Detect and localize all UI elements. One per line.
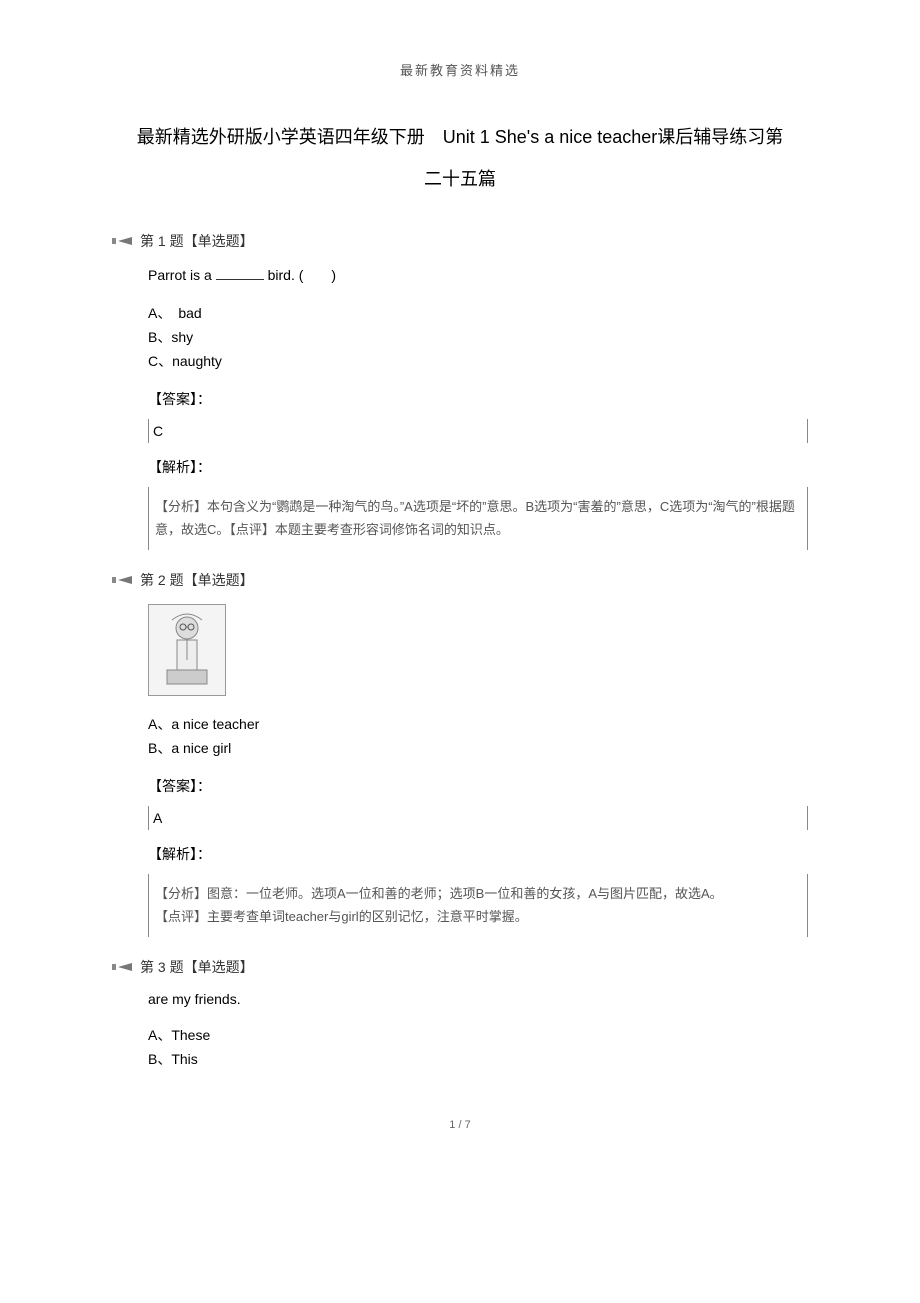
answer-label: 【答案】： — [148, 776, 808, 796]
page-footer: 1 / 7 — [112, 1119, 808, 1131]
stem-text-pre: Parrot is a — [148, 267, 216, 283]
question-1-analysis: 【分析】本句含义为“鹦鹉是一种淘气的鸟。”A选项是“坏的”意思。B选项为“害羞的… — [148, 487, 808, 550]
analysis-label: 【解析】： — [148, 844, 808, 864]
option-b: B、a nice girl — [148, 738, 808, 758]
question-1-number: 第 1 题【单选题】 — [140, 231, 254, 251]
arrow-icon — [112, 234, 138, 248]
arrow-icon — [112, 960, 138, 974]
stem-text-post: bird. ( ) — [264, 267, 336, 283]
option-a: A、a nice teacher — [148, 714, 808, 734]
question-2-body: A、a nice teacher B、a nice girl 【答案】： A 【… — [148, 604, 808, 937]
option-a: A、 bad — [148, 303, 808, 323]
teacher-image — [148, 604, 226, 696]
document-title-line-1: 最新精选外研版小学英语四年级下册 Unit 1 She's a nice tea… — [112, 119, 808, 155]
question-2-number: 第 2 题【单选题】 — [140, 570, 254, 590]
document-title-line-2: 二十五篇 — [112, 165, 808, 191]
question-1-header: 第 1 题【单选题】 — [112, 231, 808, 251]
option-a: A、These — [148, 1025, 808, 1045]
page-header: 最新教育资料精选 — [112, 60, 808, 79]
arrow-icon — [112, 573, 138, 587]
question-3-stem: are my friends. — [148, 991, 808, 1007]
option-b: B、shy — [148, 327, 808, 347]
question-1-answer: C — [148, 419, 808, 443]
question-2-analysis: 【分析】图意：一位老师。选项A一位和善的老师；选项B一位和善的女孩，A与图片匹配… — [148, 874, 808, 937]
question-3-number: 第 3 题【单选题】 — [140, 957, 254, 977]
option-c: C、naughty — [148, 351, 808, 371]
question-1-body: Parrot is a bird. ( ) A、 bad B、shy C、nau… — [148, 265, 808, 550]
question-1-stem: Parrot is a bird. ( ) — [148, 265, 808, 285]
answer-label: 【答案】： — [148, 389, 808, 409]
question-3-options: A、These B、This — [148, 1025, 808, 1069]
fill-blank — [216, 279, 264, 280]
analysis-label: 【解析】： — [148, 457, 808, 477]
analysis-line-2: 【点评】主要考查单词teacher与girl的区别记忆，注意平时掌握。 — [155, 905, 801, 928]
question-1-options: A、 bad B、shy C、naughty — [148, 303, 808, 371]
question-2-header: 第 2 题【单选题】 — [112, 570, 808, 590]
question-3-header: 第 3 题【单选题】 — [112, 957, 808, 977]
analysis-line-1: 【分析】图意：一位老师。选项A一位和善的老师；选项B一位和善的女孩，A与图片匹配… — [155, 882, 801, 905]
question-2-answer: A — [148, 806, 808, 830]
option-b: B、This — [148, 1049, 808, 1069]
question-2-options: A、a nice teacher B、a nice girl — [148, 714, 808, 758]
page-container: 最新教育资料精选 最新精选外研版小学英语四年级下册 Unit 1 She's a… — [0, 0, 920, 1171]
question-3-body: are my friends. A、These B、This — [148, 991, 808, 1069]
